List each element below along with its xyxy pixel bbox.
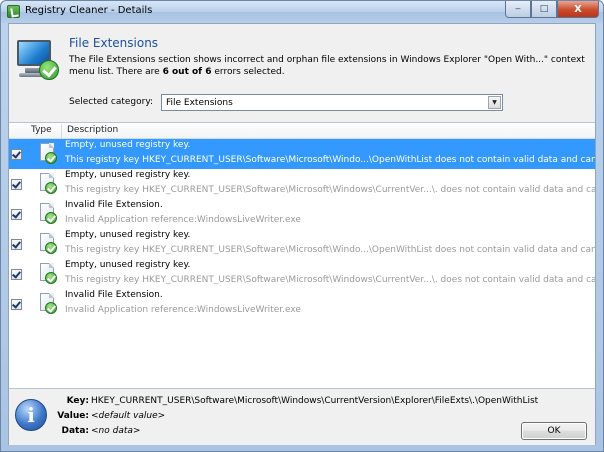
row-checkbox[interactable] — [11, 179, 22, 190]
row-detail: This registry key HKEY_CURRENT_USER\Soft… — [65, 275, 595, 285]
title-bar[interactable]: Registry Cleaner - Details ‒ □ X — [1, 1, 603, 23]
section-title: File Extensions — [69, 36, 159, 50]
window-controls: ‒ □ X — [505, 1, 599, 19]
row-title: Empty, unused registry key. — [65, 260, 191, 270]
row-detail: This registry key HKEY_CURRENT_USER\Soft… — [65, 155, 595, 165]
green-check-icon — [45, 272, 57, 284]
section-description: The File Extensions section shows incorr… — [69, 54, 589, 78]
column-header-description[interactable]: Description — [67, 125, 118, 135]
row-detail: This registry key HKEY_CURRENT_USER\Soft… — [65, 245, 595, 255]
green-check-icon — [45, 242, 57, 254]
row-title: Empty, unused registry key. — [65, 170, 191, 180]
dropdown-arrow-icon[interactable]: ▼ — [488, 96, 501, 109]
app-check-icon — [7, 5, 20, 18]
monitor-check-icon — [15, 38, 59, 84]
list-item[interactable]: Empty, unused registry key. This registr… — [9, 229, 595, 259]
data-label: Data: — [61, 426, 89, 436]
dialog-client-area: File Extensions The File Extensions sect… — [8, 23, 596, 445]
list-header: Type Description — [9, 123, 595, 139]
row-checkbox[interactable] — [11, 149, 22, 160]
row-title: Invalid File Extension. — [65, 200, 163, 210]
row-title: Empty, unused registry key. — [65, 230, 191, 240]
key-value: HKEY_CURRENT_USER\Software\Microsoft\Win… — [91, 396, 539, 406]
registry-cleaner-window: Registry Cleaner - Details ‒ □ X File Ex… — [0, 0, 604, 452]
row-detail: This registry key HKEY_CURRENT_USER\Soft… — [65, 185, 595, 195]
list-item[interactable]: Empty, unused registry key. This registr… — [9, 259, 595, 289]
column-header-type[interactable]: Type — [31, 125, 52, 135]
row-title: Invalid File Extension. — [65, 290, 163, 300]
green-check-icon — [45, 152, 57, 164]
ok-button[interactable]: OK — [521, 422, 587, 440]
errors-list[interactable]: Type Description Empty, unused registry … — [9, 122, 595, 389]
selected-count: 6 out of 6 — [162, 67, 212, 77]
row-checkbox[interactable] — [11, 209, 22, 220]
row-title: Empty, unused registry key. — [65, 140, 191, 150]
row-detail: Invalid Application reference:WindowsLiv… — [65, 305, 301, 315]
category-label: Selected category: — [69, 97, 154, 107]
list-item[interactable]: Empty, unused registry key. This registr… — [9, 169, 595, 199]
value-label: Value: — [57, 411, 89, 421]
data-value: <no data> — [91, 426, 141, 436]
close-button[interactable]: X — [557, 1, 599, 18]
list-item[interactable]: Invalid File Extension. Invalid Applicat… — [9, 289, 595, 319]
green-check-icon — [45, 182, 57, 194]
minimize-button[interactable]: ‒ — [505, 1, 531, 18]
row-checkbox[interactable] — [11, 299, 22, 310]
details-footer: i Key: HKEY_CURRENT_USER\Software\Micros… — [9, 390, 595, 445]
maximize-button[interactable]: □ — [531, 1, 557, 18]
row-detail: Invalid Application reference:WindowsLiv… — [65, 215, 301, 225]
green-check-icon — [45, 302, 57, 314]
value-value: <default value> — [91, 411, 166, 421]
list-item[interactable]: Invalid File Extension. Invalid Applicat… — [9, 199, 595, 229]
description-suffix: errors selected. — [211, 67, 285, 77]
green-check-icon — [39, 60, 59, 80]
column-separator[interactable] — [61, 124, 62, 138]
list-item[interactable]: Empty, unused registry key. This registr… — [9, 139, 595, 169]
description-prefix: The File Extensions section shows incorr… — [69, 55, 585, 77]
key-label: Key: — [66, 396, 89, 406]
green-check-icon — [45, 212, 57, 224]
row-checkbox[interactable] — [11, 269, 22, 280]
row-checkbox[interactable] — [11, 239, 22, 250]
category-selected-value: File Extensions — [166, 97, 233, 108]
window-title: Registry Cleaner - Details — [25, 5, 153, 16]
category-dropdown[interactable]: File Extensions ▼ — [161, 94, 503, 111]
